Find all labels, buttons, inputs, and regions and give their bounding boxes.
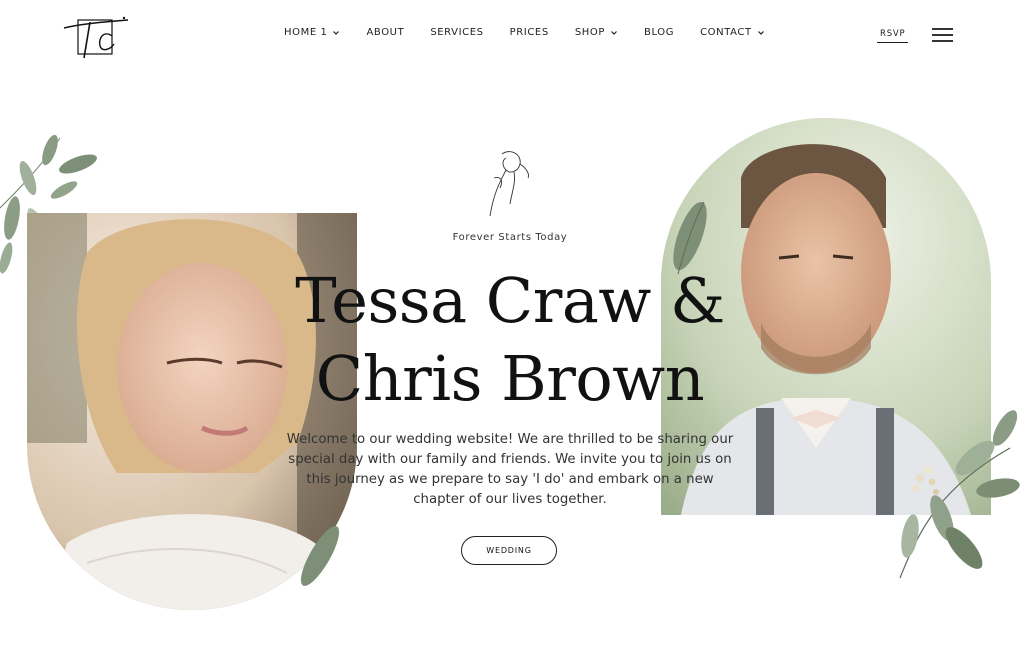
couple-line-art-icon	[489, 151, 529, 217]
nav-label: BLOG	[643, 27, 675, 38]
nav-label: CONTACT	[700, 27, 752, 38]
wedding-button[interactable]: WEDDING	[461, 536, 557, 565]
welcome-text: Welcome to our wedding website! We are t…	[286, 432, 734, 507]
leaf-decoration	[300, 526, 340, 586]
hero-tagline: Forever Starts Today	[452, 232, 568, 243]
nav-label: SHOP	[574, 27, 605, 38]
rsvp-link[interactable]: RSVP	[877, 29, 909, 43]
nav-label: ABOUT	[366, 27, 405, 38]
chevron-down-icon	[757, 30, 764, 35]
nav-item-shop[interactable]: SHOP	[575, 27, 618, 38]
chevron-down-icon	[333, 30, 340, 35]
chevron-down-icon	[611, 30, 617, 35]
floral-decoration	[899, 410, 1020, 579]
nav-item-blog[interactable]: BLOG	[644, 27, 674, 38]
logo[interactable]	[60, 10, 132, 62]
couple-names: Tessa Craw & Chris Brown	[250, 262, 770, 418]
nav-item-about[interactable]: ABOUT	[366, 27, 404, 38]
nav-label: SERVICES	[430, 27, 484, 38]
names-line-2: Chris Brown	[315, 342, 705, 415]
nav-item-prices[interactable]: PRICES	[510, 27, 549, 38]
nav-label: PRICES	[509, 27, 549, 38]
main-nav: HOME 1 ABOUT SERVICES PRICES SHOP BLOG C…	[284, 27, 791, 38]
nav-item-services[interactable]: SERVICES	[430, 27, 483, 38]
names-line-1: Tessa Craw &	[295, 264, 725, 337]
hamburger-icon[interactable]	[932, 27, 953, 43]
nav-label: HOME 1	[284, 27, 328, 38]
site-header: HOME 1 ABOUT SERVICES PRICES SHOP BLOG C…	[0, 0, 1024, 70]
nav-item-home[interactable]: HOME 1	[284, 27, 340, 38]
nav-item-contact[interactable]: CONTACT	[700, 27, 765, 38]
